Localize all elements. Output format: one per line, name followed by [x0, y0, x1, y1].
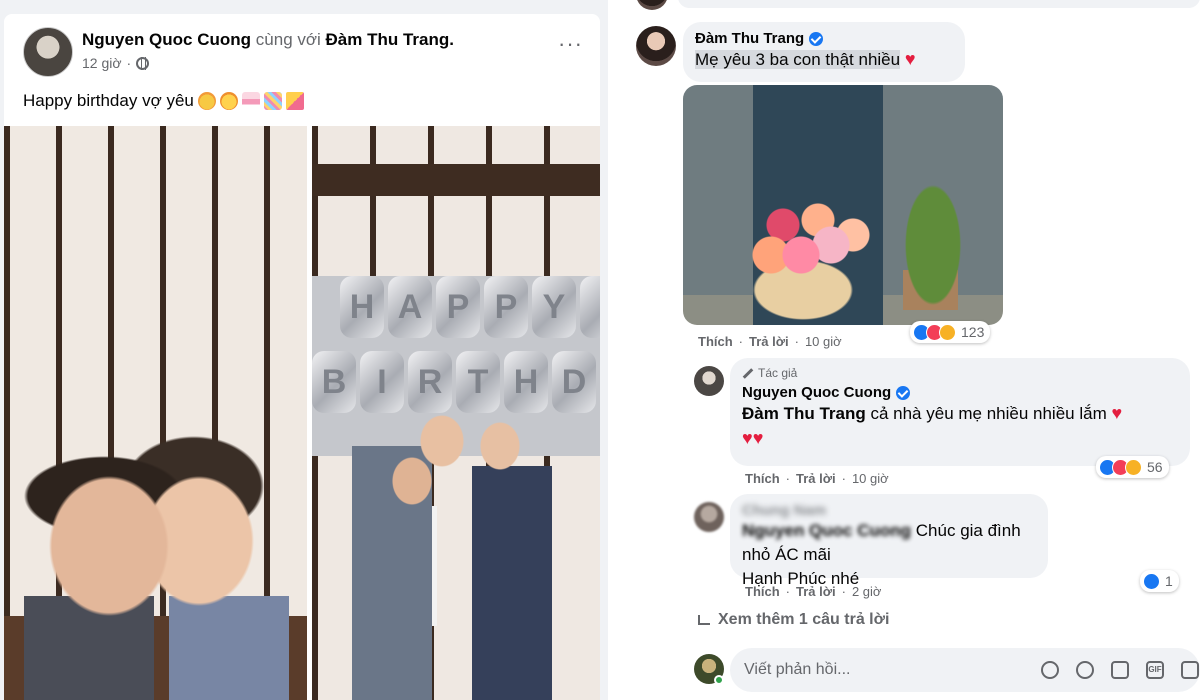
like-button[interactable]: Thích	[745, 584, 780, 599]
comment-author-name[interactable]: Chung Nam	[742, 502, 826, 519]
comment-bubble-3: Chung Nam Nguyen Quoc Cuong Chúc gia đìn…	[730, 494, 1048, 588]
comment-actions-3: Thích · Trả lời · 2 giờ	[745, 584, 882, 599]
comment-author-name[interactable]: Nguyen Quoc Cuong	[742, 384, 891, 401]
reaction-summary-1[interactable]: 123	[910, 321, 991, 343]
comment-text: Mẹ yêu 3 ba con thật nhiều ♥	[695, 47, 953, 72]
reaction-summary-2[interactable]: 56	[1096, 456, 1169, 478]
view-more-label: Xem thêm 1 câu trả lời	[718, 611, 890, 628]
reaction-count: 123	[961, 324, 985, 340]
balloon-letter: H	[504, 351, 548, 413]
reply-input[interactable]	[744, 661, 1024, 679]
heart-icon: ♥	[1111, 403, 1123, 423]
balloon-letter	[580, 276, 600, 338]
comments-panel: Đàm Thu Trang Mẹ yêu 3 ba con thật nhiều…	[608, 0, 1200, 700]
balloon-letter: A	[388, 276, 432, 338]
balloon-letter: I	[360, 351, 404, 413]
comment-text: Đàm Thu Trang cả nhà yêu mẹ nhiều nhiều …	[742, 401, 1178, 451]
like-button[interactable]: Thích	[698, 334, 733, 349]
comment-time[interactable]: 2 giờ	[852, 584, 882, 599]
comment-bubble-2: Tác giả Nguyen Quoc Cuong Đàm Thu Trang …	[730, 358, 1190, 466]
comment-actions-2: Thích · Trả lời · 10 giờ	[745, 471, 889, 486]
balloon-letter: P	[436, 276, 480, 338]
post-author-avatar[interactable]	[23, 27, 73, 77]
post-meta: 12 giờ ·	[82, 55, 150, 71]
comment-photo-flowers[interactable]	[683, 85, 1003, 325]
smiling-hearts-emoji-icon	[197, 92, 216, 110]
post-panel: Nguyen Quoc Cuong cùng với Đàm Thu Trang…	[0, 0, 608, 700]
post-card: Nguyen Quoc Cuong cùng với Đàm Thu Trang…	[4, 14, 600, 700]
globe-icon	[136, 56, 150, 70]
reaction-count: 1	[1165, 573, 1173, 589]
gif-icon[interactable]: GIF	[1146, 661, 1164, 679]
comment-author-name[interactable]: Đàm Thu Trang	[695, 30, 804, 47]
balloon-letter: B	[312, 351, 356, 413]
more-options-icon[interactable]: ···	[558, 33, 586, 55]
confetti-ball-emoji-icon	[263, 92, 282, 110]
balloon-letter: D	[552, 351, 596, 413]
kissing-face-emoji-icon	[219, 92, 238, 110]
comment-message: cả nhà yêu mẹ nhiều nhiều lắm	[870, 404, 1107, 423]
birthday-cake-emoji-icon	[241, 92, 260, 110]
commenter-avatar-cuong[interactable]	[694, 366, 724, 396]
pen-icon	[742, 367, 754, 379]
happy-balloons: HAPPY	[340, 276, 600, 338]
care-reaction-icon	[939, 323, 956, 341]
commenter-avatar-trang[interactable]	[636, 26, 676, 66]
heart-icon: ♥♥	[742, 428, 764, 448]
balloon-letter: Y	[532, 276, 576, 338]
balloon-letter: P	[484, 276, 528, 338]
post-photo-family[interactable]: HAPPY BIRTHD	[312, 126, 600, 700]
verified-badge-icon	[896, 385, 911, 400]
reply-composer: GIF	[730, 648, 1200, 692]
commenter-avatar-blurred[interactable]	[694, 502, 724, 532]
reaction-count: 56	[1147, 459, 1163, 475]
camera-icon[interactable]	[1111, 661, 1129, 679]
birthday-balloons: BIRTHD	[312, 351, 596, 413]
comment-time[interactable]: 10 giờ	[805, 334, 842, 349]
comment-author: Chung Nam	[742, 502, 1036, 519]
heart-icon: ♥	[904, 49, 916, 69]
previous-comment-bubble	[678, 0, 1200, 8]
avatar-sticker-icon[interactable]	[1041, 661, 1059, 679]
view-more-replies-link[interactable]: Xem thêm 1 câu trả lời	[698, 611, 889, 629]
reaction-summary-3[interactable]: 1	[1140, 570, 1179, 592]
previous-commenter-avatar[interactable]	[636, 0, 668, 10]
comment-author: Đàm Thu Trang	[695, 30, 953, 47]
care-reaction-icon	[1125, 458, 1142, 476]
mention-link[interactable]: Đàm Thu Trang	[742, 404, 866, 423]
post-header: Nguyen Quoc Cuong cùng với Đàm Thu Trang…	[82, 30, 454, 50]
online-status-dot	[714, 675, 724, 685]
balloon-letter: T	[456, 351, 500, 413]
mention-link[interactable]: Nguyen Quoc Cuong	[742, 521, 911, 540]
balloon-letter: H	[340, 276, 384, 338]
sticker-icon[interactable]	[1181, 661, 1199, 679]
comment-message: Mẹ yêu 3 ba con thật nhiều	[695, 50, 901, 69]
comment-bubble-1: Đàm Thu Trang Mẹ yêu 3 ba con thật nhiều…	[683, 22, 965, 82]
like-button[interactable]: Thích	[745, 471, 780, 486]
emoji-icon[interactable]	[1076, 661, 1094, 679]
author-tag: Tác giả	[742, 366, 1178, 380]
post-tagged-name[interactable]: Đàm Thu Trang.	[326, 30, 454, 49]
comment-author: Nguyen Quoc Cuong	[742, 384, 1178, 401]
reply-button[interactable]: Trả lời	[796, 584, 836, 599]
party-popper-emoji-icon	[285, 92, 304, 110]
post-time[interactable]: 12 giờ	[82, 55, 122, 71]
reply-arrow-icon	[698, 615, 710, 625]
post-author-name[interactable]: Nguyen Quoc Cuong	[82, 30, 251, 49]
post-with-text: cùng với	[255, 30, 321, 49]
comment-text: Nguyen Quoc Cuong Chúc gia đình nhỏ ÁC m…	[742, 519, 1036, 591]
reply-button[interactable]: Trả lời	[749, 334, 789, 349]
post-text: Happy birthday vợ yêu	[23, 91, 304, 111]
reply-button[interactable]: Trả lời	[796, 471, 836, 486]
balloon-letter: R	[408, 351, 452, 413]
verified-badge-icon	[809, 31, 824, 46]
author-tag-label: Tác giả	[758, 366, 798, 380]
like-reaction-icon	[1143, 572, 1160, 590]
comment-time[interactable]: 10 giờ	[852, 471, 889, 486]
post-message: Happy birthday vợ yêu	[23, 91, 194, 110]
post-photo-couple[interactable]	[4, 126, 307, 700]
comment-actions-1: Thích · Trả lời · 10 giờ	[698, 334, 842, 349]
